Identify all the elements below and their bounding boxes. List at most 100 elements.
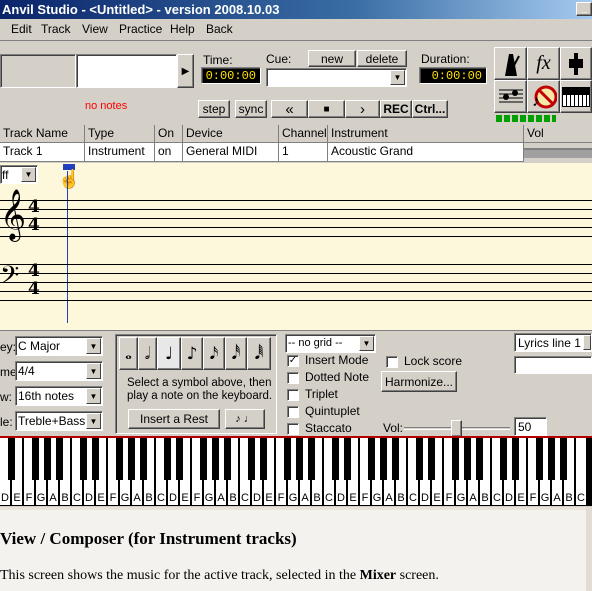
cue-select[interactable]: ▼	[266, 68, 407, 87]
staff-view-icon[interactable]	[494, 80, 527, 113]
column-header[interactable]: Type	[85, 125, 155, 143]
thirty-second-note-icon[interactable]: 𝅘𝅥𝅰	[225, 337, 247, 370]
mixer-link[interactable]: Mixer	[360, 568, 397, 583]
half-note-icon[interactable]: 𝅗𝅥	[138, 337, 157, 370]
column-header[interactable]: Device	[183, 125, 279, 143]
stop-button[interactable]: ■	[308, 100, 345, 118]
black-key[interactable]	[116, 438, 123, 480]
record-button[interactable]: REC	[380, 100, 412, 118]
table-row-instrument[interactable]: Acoustic Grand	[328, 143, 524, 162]
cue-delete-button[interactable]: delete	[357, 50, 407, 67]
chevron-down-icon[interactable]: ▼	[21, 167, 36, 182]
column-header[interactable]: Vol	[524, 125, 592, 143]
quintuplet-checkbox[interactable]	[287, 406, 299, 418]
black-key[interactable]	[176, 438, 183, 480]
view-select[interactable]: 16th notes ▼	[15, 386, 103, 406]
sixty-fourth-note-icon[interactable]: 𝅘𝅥𝅱	[247, 337, 271, 370]
play-button[interactable]: ›	[345, 100, 380, 118]
staccato-checkbox[interactable]	[287, 423, 299, 435]
volume-slider-thumb[interactable]	[451, 420, 462, 437]
triplet-checkbox[interactable]	[287, 389, 299, 401]
black-key[interactable]	[56, 438, 63, 480]
scrollbar[interactable]	[586, 507, 592, 591]
eighth-note-icon[interactable]: ♪	[181, 337, 203, 370]
metronome-icon[interactable]	[494, 47, 527, 80]
no-notes-ban-icon[interactable]: ♪	[527, 80, 560, 113]
black-key[interactable]	[284, 438, 291, 480]
black-key[interactable]	[380, 438, 387, 480]
volume-value-field[interactable]: 50	[514, 417, 547, 436]
staff-select[interactable]: ff ▼	[0, 165, 38, 184]
black-key[interactable]	[344, 438, 351, 480]
black-key[interactable]	[332, 438, 339, 480]
black-key[interactable]	[8, 438, 15, 480]
black-key[interactable]	[128, 438, 135, 480]
chevron-down-icon[interactable]: ▼	[390, 70, 405, 85]
black-key[interactable]	[44, 438, 51, 480]
black-key[interactable]	[92, 438, 99, 480]
white-key[interactable]: C	[576, 438, 587, 505]
black-key[interactable]	[80, 438, 87, 480]
chevron-down-icon[interactable]: ▼	[359, 336, 374, 351]
black-key[interactable]	[32, 438, 39, 480]
black-key[interactable]	[164, 438, 171, 480]
table-row-on[interactable]: on	[155, 143, 183, 162]
chevron-down-icon[interactable]	[583, 335, 591, 350]
piano-view-icon[interactable]	[560, 80, 592, 113]
table-row-channel[interactable]: 1	[279, 143, 328, 162]
harmonize-button[interactable]: Harmonize...	[381, 371, 457, 392]
chevron-down-icon[interactable]: ▼	[86, 338, 101, 354]
insert-mode-checkbox[interactable]: ✓	[287, 355, 299, 367]
grid-select[interactable]: -- no grid -- ▼	[285, 334, 376, 353]
dotted-note-checkbox[interactable]	[287, 372, 299, 384]
song-position-field[interactable]	[76, 54, 177, 88]
chevron-down-icon[interactable]: ▼	[86, 413, 101, 429]
black-key[interactable]	[500, 438, 507, 480]
tie-button[interactable]: ♪ ♩	[225, 409, 265, 429]
column-header[interactable]: Track Name	[0, 125, 85, 143]
sync-button[interactable]: sync	[235, 100, 267, 118]
black-key[interactable]	[368, 438, 375, 480]
menu-view[interactable]: View	[82, 22, 108, 36]
black-key[interactable]	[452, 438, 459, 480]
black-key[interactable]	[548, 438, 555, 480]
menu-help[interactable]: Help	[170, 22, 195, 36]
black-key[interactable]	[140, 438, 147, 480]
rewind-button[interactable]: «	[271, 100, 308, 118]
black-key[interactable]	[560, 438, 567, 480]
column-header[interactable]: On	[155, 125, 183, 143]
black-key[interactable]	[224, 438, 231, 480]
black-key[interactable]	[212, 438, 219, 480]
black-key[interactable]	[416, 438, 423, 480]
cue-new-button[interactable]: new	[308, 50, 356, 67]
table-row-device[interactable]: General MIDI	[183, 143, 279, 162]
whole-note-icon[interactable]: 𝅝	[119, 337, 138, 370]
lock-score-checkbox[interactable]	[386, 356, 398, 368]
menu-practice[interactable]: Practice	[119, 22, 162, 36]
column-header[interactable]: Instrument	[328, 125, 524, 143]
scroll-right-button[interactable]: ▶	[177, 54, 194, 88]
staff-style-select[interactable]: Treble+Bass ▼	[15, 411, 103, 431]
insert-rest-button[interactable]: Insert a Rest	[128, 409, 220, 429]
black-key[interactable]	[428, 438, 435, 480]
column-header[interactable]: Channel	[279, 125, 328, 143]
time-sig-select[interactable]: 4/4 ▼	[15, 361, 103, 381]
black-key[interactable]	[200, 438, 207, 480]
quarter-note-icon[interactable]: ♩	[157, 337, 181, 370]
step-button[interactable]: step	[198, 100, 230, 118]
black-key[interactable]	[464, 438, 471, 480]
black-key[interactable]	[476, 438, 483, 480]
menu-back[interactable]: Back	[206, 22, 233, 36]
table-row-type[interactable]: Instrument	[85, 143, 155, 162]
black-key[interactable]	[296, 438, 303, 480]
black-key[interactable]	[392, 438, 399, 480]
lyrics-line-select[interactable]: Lyrics line 1	[514, 333, 592, 352]
chevron-down-icon[interactable]: ▼	[86, 363, 101, 379]
mixer-knob-icon[interactable]	[560, 47, 592, 80]
effects-fx-icon[interactable]: fx	[527, 47, 560, 80]
piano-keyboard[interactable]: DEFGABCDEFGABCDEFGABCDEFGABCDEFGABCDEFGA…	[0, 436, 592, 506]
menu-track[interactable]: Track	[41, 22, 71, 36]
staff-area[interactable]: ff ▼ ☝ 𝄞 𝄢 4 4 4 4	[0, 163, 592, 330]
volume-bar[interactable]	[524, 148, 592, 158]
black-key[interactable]	[248, 438, 255, 480]
